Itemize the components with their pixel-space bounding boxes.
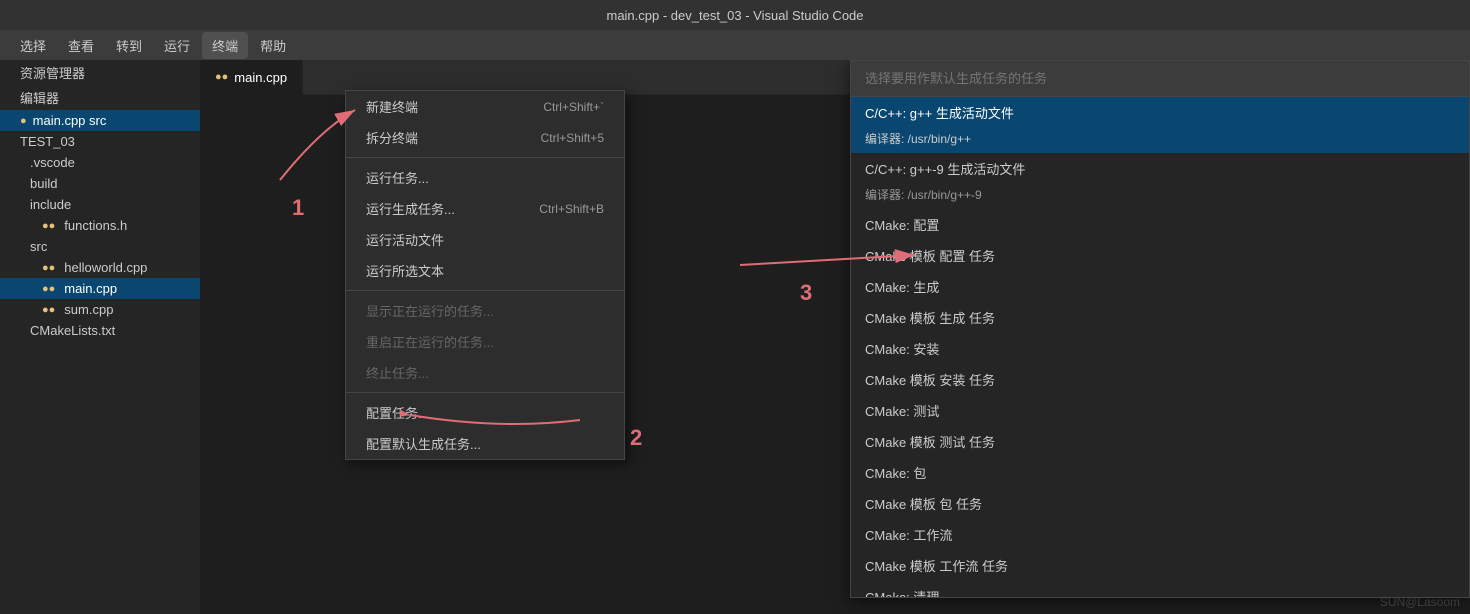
menu-select[interactable]: 选择 <box>10 32 56 59</box>
menu-bar: 选择 查看 转到 运行 终端 帮助 <box>0 30 1470 60</box>
menu-restart-task: 重启正在运行的任务... <box>346 326 624 357</box>
annotation-3: 3 <box>800 280 812 306</box>
terminal-dropdown-menu: 新建终端 Ctrl+Shift+` 拆分终端 Ctrl+Shift+5 运行任务… <box>345 90 625 460</box>
quick-pick-item-cmake-install-template[interactable]: CMake 模板 安装 任务 <box>851 364 1469 395</box>
quick-pick-item-cmake-workflow-template[interactable]: CMake 模板 工作流 任务 <box>851 550 1469 581</box>
sidebar-item-build[interactable]: build <box>0 173 200 194</box>
sidebar-item-sum-cpp[interactable]: ●● sum.cpp <box>0 299 200 320</box>
quick-pick-item-cmake-build-template[interactable]: CMake 模板 生成 任务 <box>851 302 1469 333</box>
quick-pick-item-cmake-config-template[interactable]: CMake 模板 配置 任务 <box>851 240 1469 271</box>
editor-tab-main[interactable]: ●● main.cpp <box>200 60 303 95</box>
quick-pick-item-gcc9-secondary: 编译器: /usr/bin/g++-9 <box>851 184 1469 209</box>
menu-run-task[interactable]: 运行任务... <box>346 162 624 193</box>
editor-area: ●● main.cpp 新建终端 Ctrl+Shift+` 拆分终端 Ctrl+… <box>200 60 1470 614</box>
quick-pick-item-cmake-clean[interactable]: CMake: 清理 <box>851 581 1469 597</box>
quick-pick-item-cmake-workflow[interactable]: CMake: 工作流 <box>851 519 1469 550</box>
sidebar-item-editor[interactable]: 编辑器 <box>0 85 200 110</box>
separator-3 <box>346 392 624 393</box>
sidebar-item-maincpp-src[interactable]: ● main.cpp src <box>0 110 200 131</box>
sidebar-item-test03[interactable]: TEST_03 <box>0 131 200 152</box>
quick-pick-item-gcc9[interactable]: C/C++: g++-9 生成活动文件 <box>851 153 1469 184</box>
menu-show-running-tasks: 显示正在运行的任务... <box>346 295 624 326</box>
sidebar-item-main-cpp[interactable]: ●● main.cpp <box>0 278 200 299</box>
menu-new-terminal[interactable]: 新建终端 Ctrl+Shift+` <box>346 91 624 122</box>
main-layout: 资源管理器 编辑器 ● main.cpp src TEST_03 .vscode… <box>0 60 1470 614</box>
separator-1 <box>346 157 624 158</box>
menu-run-build-task[interactable]: 运行生成任务... Ctrl+Shift+B <box>346 193 624 224</box>
menu-split-terminal[interactable]: 拆分终端 Ctrl+Shift+5 <box>346 122 624 153</box>
quick-pick-item-cmake-config[interactable]: CMake: 配置 <box>851 209 1469 240</box>
quick-pick-input[interactable] <box>851 61 1469 97</box>
sidebar-item-explorer[interactable]: 资源管理器 <box>0 60 200 85</box>
quick-pick-item-cmake-pack[interactable]: CMake: 包 <box>851 457 1469 488</box>
menu-configure-default-build-task[interactable]: 配置默认生成任务... <box>346 428 624 459</box>
sidebar: 资源管理器 编辑器 ● main.cpp src TEST_03 .vscode… <box>0 60 200 614</box>
menu-configure-tasks[interactable]: 配置任务... <box>346 397 624 428</box>
menu-terminate-task: 终止任务... <box>346 357 624 388</box>
sidebar-item-helloworld[interactable]: ●● helloworld.cpp <box>0 257 200 278</box>
title-bar: main.cpp - dev_test_03 - Visual Studio C… <box>0 0 1470 30</box>
quick-pick-panel: C/C++: g++ 生成活动文件 编译器: /usr/bin/g++ C/C+… <box>850 60 1470 598</box>
quick-pick-item-cmake-install[interactable]: CMake: 安装 <box>851 333 1469 364</box>
menu-run-selected-text[interactable]: 运行所选文本 <box>346 255 624 286</box>
quick-pick-item-gcc-secondary: 编译器: /usr/bin/g++ <box>851 128 1469 153</box>
sidebar-item-src[interactable]: src <box>0 236 200 257</box>
annotation-1: 1 <box>292 195 304 221</box>
menu-run[interactable]: 运行 <box>154 32 200 59</box>
quick-pick-item-cmake-test[interactable]: CMake: 测试 <box>851 395 1469 426</box>
menu-goto[interactable]: 转到 <box>106 32 152 59</box>
quick-pick-item-cmake-test-template[interactable]: CMake 模板 测试 任务 <box>851 426 1469 457</box>
menu-run-active-file[interactable]: 运行活动文件 <box>346 224 624 255</box>
sidebar-item-include[interactable]: include <box>0 194 200 215</box>
annotation-2: 2 <box>630 425 642 451</box>
separator-2 <box>346 290 624 291</box>
sidebar-item-cmakelists[interactable]: CMakeLists.txt <box>0 320 200 341</box>
menu-terminal[interactable]: 终端 <box>202 32 248 59</box>
sidebar-item-functions-h[interactable]: ●● functions.h <box>0 215 200 236</box>
quick-pick-item-cmake-pack-template[interactable]: CMake 模板 包 任务 <box>851 488 1469 519</box>
menu-view[interactable]: 查看 <box>58 32 104 59</box>
quick-pick-item-gcc[interactable]: C/C++: g++ 生成活动文件 <box>851 97 1469 128</box>
quick-pick-list: C/C++: g++ 生成活动文件 编译器: /usr/bin/g++ C/C+… <box>851 97 1469 597</box>
quick-pick-item-cmake-build[interactable]: CMake: 生成 <box>851 271 1469 302</box>
sidebar-item-vscode[interactable]: .vscode <box>0 152 200 173</box>
title-text: main.cpp - dev_test_03 - Visual Studio C… <box>606 8 863 23</box>
menu-help[interactable]: 帮助 <box>250 32 296 59</box>
